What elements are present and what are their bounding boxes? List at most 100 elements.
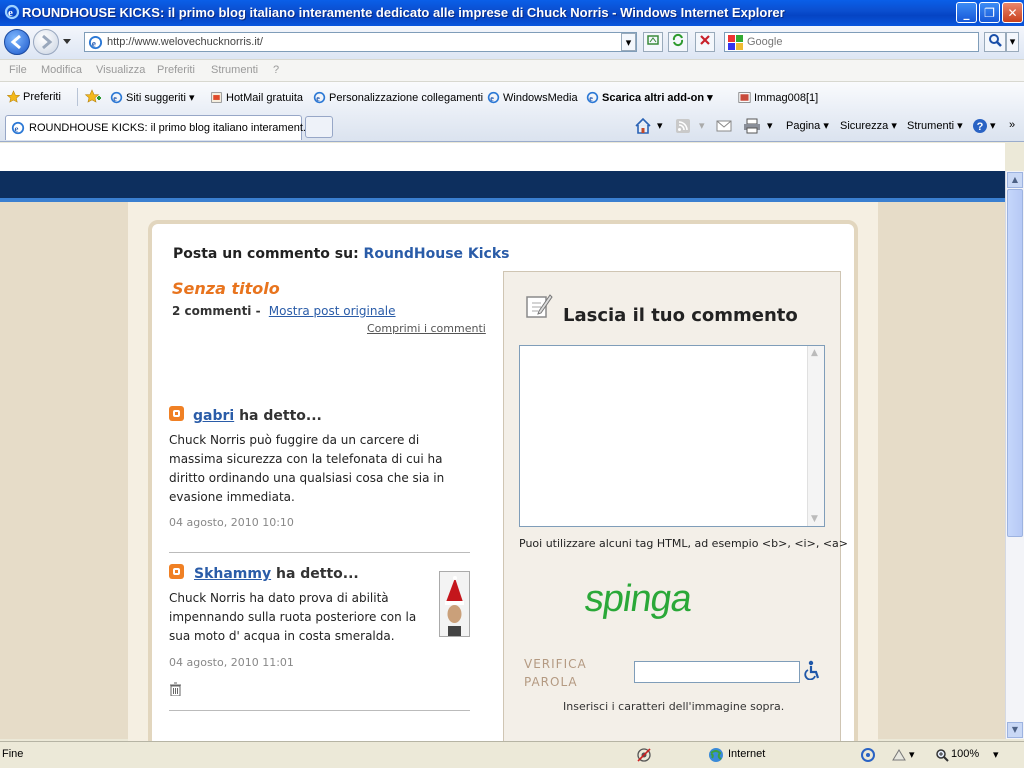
menu-visualizza[interactable]: Visualizza: [96, 64, 145, 76]
accessibility-icon[interactable]: [803, 660, 821, 680]
blogger-icon: [169, 406, 184, 421]
comment-1-date[interactable]: 04 agosto, 2010 10:10: [169, 516, 294, 529]
favorites-bar: Preferiti e Siti suggeriti ▾ HotMail grat…: [0, 82, 1024, 112]
hotmail-icon: [211, 92, 222, 103]
status-text: Fine: [2, 748, 24, 760]
favbar-divider: [77, 88, 78, 106]
page-scrollbar[interactable]: ▲ ▼: [1005, 171, 1024, 739]
title-bar: e ROUNDHOUSE KICKS: il primo blog italia…: [0, 0, 1024, 26]
privacy-icon[interactable]: [636, 747, 652, 763]
new-tab-button[interactable]: [305, 116, 333, 138]
captcha-input[interactable]: [634, 661, 800, 683]
search-options-button[interactable]: ▾: [1006, 32, 1019, 52]
heading-prefix: Posta un commento su:: [173, 246, 359, 262]
help-dropdown[interactable]: ▾: [990, 119, 996, 132]
mail-icon[interactable]: [716, 120, 732, 132]
status-bar: Fine Internet ▾ 100% ▾: [0, 741, 1024, 768]
print-dropdown[interactable]: ▾: [767, 119, 773, 132]
protected-mode-icon[interactable]: [861, 748, 875, 762]
address-url[interactable]: http://www.welovechucknorris.it/: [107, 36, 263, 48]
comment-1-said: ha detto...: [239, 408, 322, 424]
comment-2-author[interactable]: Skhammy: [194, 566, 271, 582]
show-original-link[interactable]: Mostra post originale: [269, 304, 396, 318]
comment-2-header: Skhammy ha detto...: [194, 566, 359, 582]
svg-text:?: ?: [977, 121, 984, 133]
avatar[interactable]: [439, 571, 470, 637]
fav-windowsmedia[interactable]: e WindowsMedia: [487, 91, 578, 104]
scroll-down-button[interactable]: ▼: [1007, 722, 1023, 738]
cmd-pagina[interactable]: Pagina ▾: [786, 119, 829, 132]
cmd-strumenti[interactable]: Strumenti ▾: [907, 119, 963, 132]
toolbar-overflow[interactable]: »: [1009, 119, 1015, 131]
blogger-icon: [169, 564, 184, 579]
fav-label: Personalizzazione collegamenti: [329, 92, 484, 104]
comment-textarea[interactable]: ▲ ▼: [519, 345, 825, 527]
search-button[interactable]: [984, 32, 1006, 52]
zone-dropdown[interactable]: ▾: [909, 748, 915, 761]
comment-2-date[interactable]: 04 agosto, 2010 11:01: [169, 656, 294, 669]
svg-text:e: e: [316, 94, 320, 103]
scroll-down-icon[interactable]: ▼: [811, 514, 818, 524]
cmd-pagina-label: Pagina: [786, 120, 821, 132]
menu-file[interactable]: File: [9, 64, 27, 76]
back-button[interactable]: [4, 29, 30, 55]
fav-label: Siti suggeriti: [126, 92, 186, 104]
minimize-button[interactable]: _: [956, 2, 977, 23]
svg-text:e: e: [92, 39, 96, 49]
help-icon[interactable]: ?: [972, 118, 988, 134]
fav-siti-suggeriti[interactable]: e Siti suggeriti ▾: [110, 91, 195, 104]
address-dropdown-button[interactable]: ▾: [621, 33, 636, 51]
fav-immag008[interactable]: Immag008[1]: [738, 91, 818, 104]
fav-scarica-addon[interactable]: e Scarica altri add-on ▾: [586, 91, 713, 104]
page-ie-icon: e: [88, 35, 103, 49]
comment-2-text: Chuck Norris ha dato prova di abilità im…: [169, 591, 417, 643]
image-icon: [738, 92, 751, 103]
tab-active[interactable]: e ROUNDHOUSE KICKS: il primo blog italia…: [5, 115, 312, 140]
comment-1-author[interactable]: gabri: [193, 408, 234, 424]
stop-icon[interactable]: [695, 32, 715, 52]
blog-name-link[interactable]: RoundHouse Kicks: [364, 246, 510, 262]
zoom-level[interactable]: 100%: [951, 748, 979, 760]
ie-page-icon: e: [586, 91, 599, 104]
scroll-up-icon[interactable]: ▲: [811, 348, 818, 358]
menu-modifica[interactable]: Modifica: [41, 64, 82, 76]
close-button[interactable]: ✕: [1002, 2, 1023, 23]
compatibility-icon[interactable]: [643, 32, 663, 52]
forward-button[interactable]: [33, 29, 59, 55]
window-title: ROUNDHOUSE KICKS: il primo blog italiano…: [22, 5, 785, 20]
blog-header-band: [0, 171, 1005, 198]
menu-preferiti[interactable]: Preferiti: [157, 64, 195, 76]
feeds-icon[interactable]: [676, 119, 690, 133]
home-icon[interactable]: [634, 117, 652, 135]
home-dropdown[interactable]: ▾: [657, 119, 663, 132]
html-hint: Puoi utilizzare alcuni tag HTML, ad esem…: [519, 537, 848, 550]
cmd-sicurezza[interactable]: Sicurezza ▾: [840, 119, 897, 132]
scroll-thumb[interactable]: [1007, 189, 1023, 537]
refresh-icon[interactable]: [668, 32, 688, 52]
maximize-button[interactable]: ❐: [979, 2, 1000, 23]
menu-strumenti[interactable]: Strumenti: [211, 64, 258, 76]
comment-1-text: Chuck Norris può fuggire da un carcere d…: [169, 433, 445, 504]
print-icon[interactable]: [743, 118, 761, 134]
address-bar[interactable]: e http://www.welovechucknorris.it/: [84, 32, 637, 52]
history-dropdown-icon[interactable]: [62, 38, 72, 46]
page-heading: Posta un commento su: RoundHouse Kicks: [173, 246, 510, 262]
menu-help[interactable]: ?: [273, 64, 279, 76]
trash-icon[interactable]: [169, 682, 182, 696]
scroll-up-button[interactable]: ▲: [1007, 172, 1023, 188]
avatar-santa-image: [440, 572, 469, 636]
fav-personalizzazione[interactable]: e Personalizzazione collegamenti: [313, 91, 483, 104]
zoom-settings-icon[interactable]: [891, 748, 907, 762]
search-icon: [989, 34, 1002, 47]
textarea-scrollbar[interactable]: ▲ ▼: [807, 346, 824, 526]
tab-title: ROUNDHOUSE KICKS: il primo blog italiano…: [29, 122, 313, 134]
search-box[interactable]: Google: [724, 32, 979, 52]
feeds-dropdown[interactable]: ▾: [699, 119, 705, 132]
tab-ie-icon: e: [11, 121, 25, 135]
fav-hotmail[interactable]: HotMail gratuita: [210, 91, 303, 104]
collapse-comments-link[interactable]: Comprimi i commenti: [367, 322, 486, 335]
zoom-dropdown[interactable]: ▾: [993, 748, 999, 761]
add-favorite-icon[interactable]: [84, 89, 102, 105]
favorites-button[interactable]: Preferiti: [7, 90, 61, 103]
verify-line-2: PAROLA: [524, 675, 578, 689]
